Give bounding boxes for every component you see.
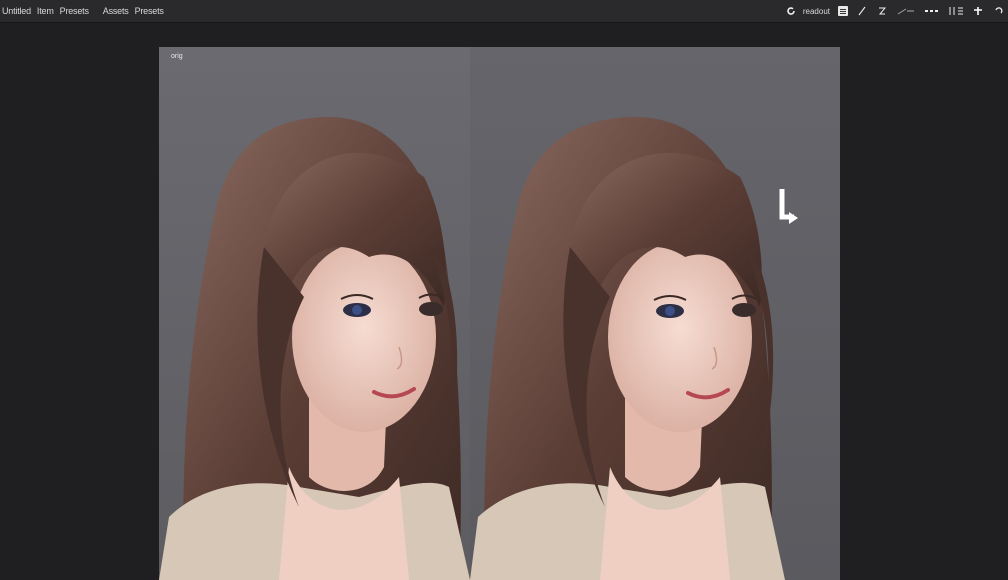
canvas-label: orig — [171, 53, 183, 60]
menu-item-assets[interactable]: Assets — [100, 0, 132, 22]
zoom-icon[interactable] — [876, 5, 888, 17]
more-icon[interactable] — [924, 5, 940, 17]
image-panel-original[interactable]: orig — [159, 47, 470, 580]
pen-icon[interactable] — [856, 5, 868, 17]
undo-icon[interactable] — [992, 5, 1004, 17]
menu-icon[interactable] — [838, 6, 848, 16]
plus-icon[interactable] — [972, 5, 984, 17]
menu-item-presets-2[interactable]: Presets — [132, 0, 167, 22]
grid-icon[interactable] — [948, 5, 964, 17]
menu-item-file[interactable]: Untitled — [0, 0, 34, 22]
menu-item-item[interactable]: Item — [34, 0, 57, 22]
workspace: orig — [0, 23, 1008, 580]
portrait-original — [159, 117, 470, 580]
cursor-arrow-icon — [776, 187, 802, 234]
portrait-result — [470, 117, 785, 580]
line-icon[interactable] — [896, 5, 916, 17]
menu-left: Untitled Item Presets Assets Presets — [0, 0, 167, 22]
image-canvas[interactable]: orig — [159, 47, 840, 580]
menu-right: readout — [785, 0, 1004, 22]
status-text: readout — [802, 6, 830, 16]
menubar: Untitled Item Presets Assets Presets rea… — [0, 0, 1008, 23]
menu-item-presets[interactable]: Presets — [57, 0, 92, 22]
image-panel-result[interactable] — [470, 47, 840, 580]
refresh-icon[interactable] — [785, 5, 797, 17]
